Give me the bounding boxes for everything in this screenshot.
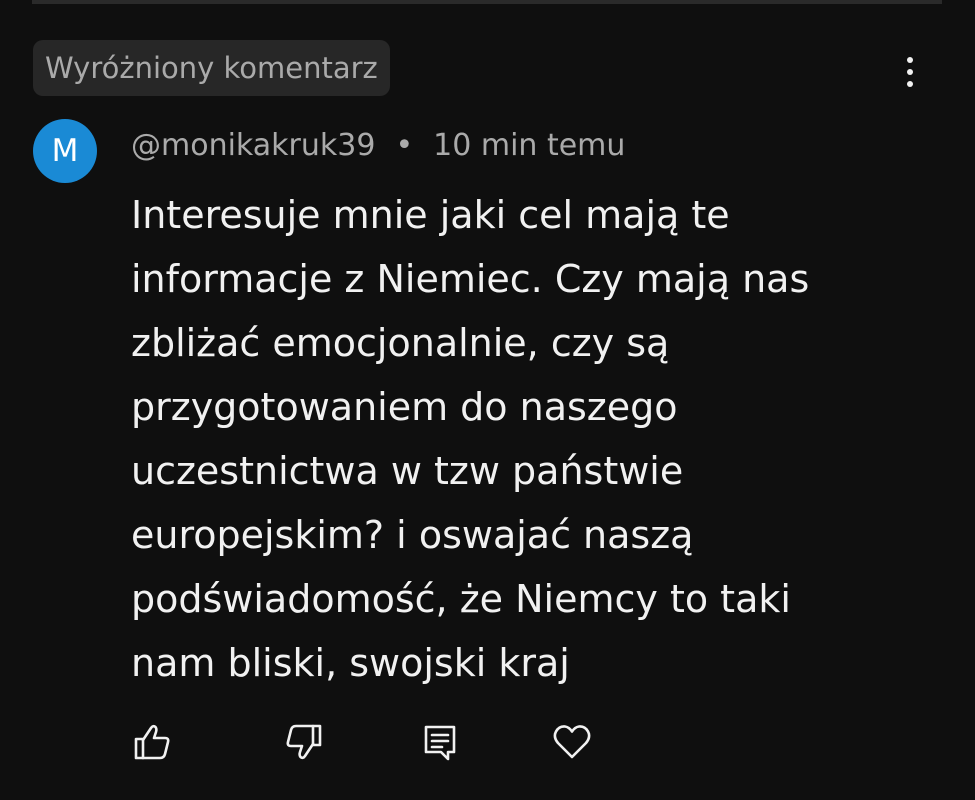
heart-button[interactable] <box>550 720 594 764</box>
meta-separator: • <box>395 128 414 163</box>
comment-meta: @monikakruk39 • 10 min temu <box>131 126 625 166</box>
author-handle[interactable]: @monikakruk39 <box>131 128 375 163</box>
pinned-comment-badge: Wyróżniony komentarz <box>33 40 390 96</box>
heart-icon <box>553 725 591 759</box>
comment-timestamp: 10 min temu <box>433 128 626 163</box>
thumbs-up-icon <box>134 724 170 760</box>
avatar[interactable]: M <box>33 119 97 183</box>
more-dot <box>907 81 913 87</box>
dislike-button[interactable] <box>282 720 326 764</box>
thumbs-down-icon <box>286 724 322 760</box>
comment-actions <box>0 720 975 770</box>
like-button[interactable] <box>130 720 174 764</box>
reply-icon <box>424 725 456 761</box>
top-divider <box>32 0 942 4</box>
reply-button[interactable] <box>418 720 462 764</box>
more-dot <box>907 69 913 75</box>
more-vertical-icon[interactable] <box>895 50 925 94</box>
comment-text: Interesuje mnie jaki cel mają te informa… <box>131 193 810 685</box>
more-dot <box>907 57 913 63</box>
